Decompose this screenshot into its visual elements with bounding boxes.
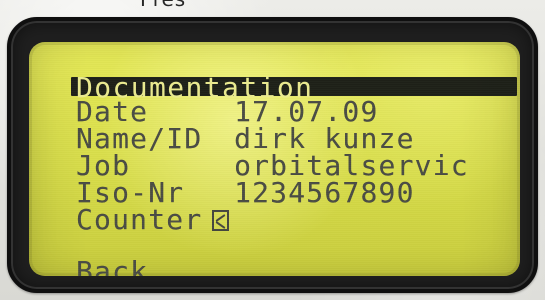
checkbox-icon[interactable] [212, 210, 230, 231]
documentation-screen: Documentation Date 17.07.09 Name/ID dirk… [29, 42, 520, 276]
name-id-value: dirk kunze [234, 122, 415, 155]
iso-number-value: 1234567890 [234, 176, 415, 209]
counter-row[interactable]: Counter [76, 203, 230, 236]
screen-title: Documentation [76, 71, 314, 104]
device-top-text: Pres [140, 0, 186, 11]
counter-label: Counter [76, 203, 203, 236]
device-bezel: Documentation Date 17.07.09 Name/ID dirk… [7, 17, 538, 293]
back-button[interactable]: Back [76, 258, 148, 277]
lcd-display: Documentation Date 17.07.09 Name/ID dirk… [29, 42, 520, 276]
